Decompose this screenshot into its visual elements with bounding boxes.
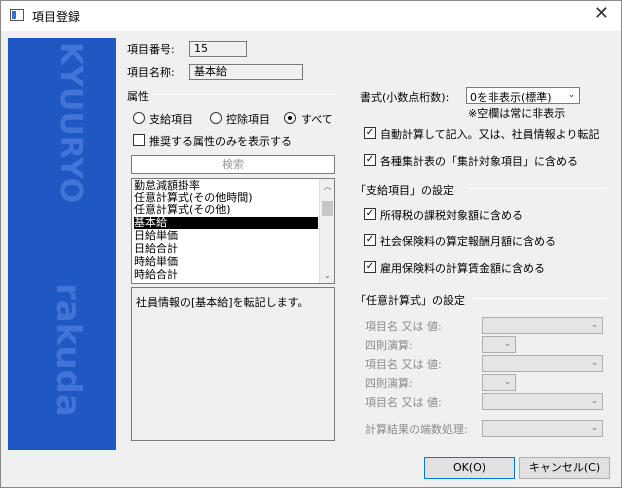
format-select[interactable]: 0を非表示(標準) ⌄	[466, 87, 580, 104]
radio-payment-label[interactable]: 支給項目	[149, 111, 193, 127]
attributes-divider	[153, 94, 337, 95]
formula-name-label-1: 項目名 又は 値:	[365, 320, 442, 333]
list-item[interactable]: 日給単価	[134, 230, 318, 242]
rounding-select[interactable]: ⌄	[482, 420, 603, 437]
auto-calc-checkbox[interactable]: ✓	[364, 127, 376, 139]
window-title: 項目登録	[32, 10, 81, 24]
list-item[interactable]: 時給合計	[134, 269, 318, 281]
employment-insurance-label[interactable]: 雇用保険料の計算賃金額に含める	[380, 260, 545, 276]
list-item[interactable]: 時給単価	[134, 256, 318, 268]
sidebar-logo-bottom: rakuda	[48, 283, 88, 417]
rounding-label: 計算結果の端数処理:	[365, 423, 468, 436]
income-tax-label[interactable]: 所得税の課税対象額に含める	[380, 207, 523, 223]
aggregate-checkbox[interactable]: ✓	[364, 154, 376, 166]
attribute-list[interactable]: 勤怠減額掛率 任意計算式(その他時間) 任意計算式(その他) 基本給 日給単価 …	[131, 178, 335, 284]
close-icon[interactable]: ✕	[594, 4, 609, 24]
list-item[interactable]: 任意計算式(その他時間)	[134, 192, 318, 204]
arithmetic-label-1: 四則演算:	[365, 339, 413, 352]
list-item[interactable]: 勤怠減額掛率	[134, 180, 318, 192]
list-scrollbar[interactable]: ︿ ⌄	[319, 179, 334, 283]
radio-all[interactable]	[284, 112, 296, 124]
window-icon	[10, 9, 24, 21]
item-registration-dialog: 項目登録 ✕ KYUURYO rakuda 項目番号: 15 項目名称: 基本給…	[0, 0, 622, 488]
item-name-label: 項目名称:	[127, 66, 175, 79]
attributes-heading: 属性	[127, 90, 149, 103]
item-name-field: 基本給	[189, 64, 303, 80]
recommended-only-checkbox[interactable]	[133, 134, 145, 146]
payment-settings-divider	[468, 188, 607, 189]
radio-payment[interactable]	[133, 112, 145, 124]
formula-name-select-3[interactable]: ⌄	[482, 393, 603, 410]
cancel-button[interactable]: キャンセル(C)	[519, 457, 610, 479]
title-bar: 項目登録 ✕	[1, 1, 621, 31]
formula-name-label-3: 項目名 又は 値:	[365, 396, 442, 409]
recommended-only-label[interactable]: 推奨する属性のみを表示する	[149, 133, 292, 149]
scroll-thumb[interactable]	[322, 201, 333, 216]
arithmetic-select-2[interactable]: ⌄	[482, 374, 516, 391]
social-insurance-checkbox[interactable]: ✓	[364, 234, 376, 246]
formula-settings-divider	[473, 298, 607, 299]
income-tax-checkbox[interactable]: ✓	[364, 208, 376, 220]
format-note: ※空欄は常に非表示	[468, 107, 566, 120]
list-item-selected[interactable]: 基本給	[134, 217, 318, 229]
ok-button[interactable]: OK(O)	[424, 457, 515, 479]
employment-insurance-checkbox[interactable]: ✓	[364, 261, 376, 273]
item-number-label: 項目番号:	[127, 43, 175, 56]
chevron-down-icon[interactable]: ⌄	[589, 358, 600, 369]
list-item[interactable]: 日給合計	[134, 243, 318, 255]
chevron-down-icon[interactable]: ⌄	[589, 320, 600, 331]
list-item[interactable]: 任意計算式(その他)	[134, 204, 318, 216]
format-label: 書式(小数点桁数):	[360, 91, 450, 104]
attribute-description: 社員情報の[基本給]を転記します。	[131, 287, 335, 441]
scroll-down-icon[interactable]: ⌄	[320, 268, 334, 283]
arithmetic-label-2: 四則演算:	[365, 377, 413, 390]
radio-deduction[interactable]	[210, 112, 222, 124]
search-field[interactable]: 検索	[131, 155, 335, 174]
radio-deduction-label[interactable]: 控除項目	[226, 111, 270, 127]
sidebar-logo-top: KYUURYO	[53, 42, 88, 204]
scroll-up-icon[interactable]: ︿	[320, 179, 334, 194]
item-number-field: 15	[189, 41, 247, 57]
formula-name-label-2: 項目名 又は 値:	[365, 358, 442, 371]
chevron-down-icon[interactable]: ⌄	[589, 423, 600, 434]
auto-calc-label[interactable]: 自動計算して記入。又は、社員情報より転記	[380, 126, 599, 142]
formula-settings-heading: 「任意計算式」の設定	[355, 294, 465, 307]
formula-name-select-1[interactable]: ⌄	[482, 317, 603, 334]
sidebar-banner: KYUURYO rakuda	[8, 38, 116, 450]
chevron-down-icon[interactable]: ⌄	[502, 339, 513, 350]
chevron-down-icon[interactable]: ⌄	[502, 377, 513, 388]
formula-name-select-2[interactable]: ⌄	[482, 355, 603, 372]
social-insurance-label[interactable]: 社会保険料の算定報酬月額に含める	[380, 233, 556, 249]
chevron-down-icon[interactable]: ⌄	[566, 90, 577, 101]
format-select-value: 0を非表示(標準)	[470, 91, 552, 104]
arithmetic-select-1[interactable]: ⌄	[482, 336, 516, 353]
aggregate-label[interactable]: 各種集計表の「集計対象項目」に含める	[380, 153, 578, 169]
radio-all-label[interactable]: すべて	[301, 111, 333, 127]
chevron-down-icon[interactable]: ⌄	[589, 396, 600, 407]
payment-settings-heading: 「支給項目」の設定	[355, 184, 454, 197]
